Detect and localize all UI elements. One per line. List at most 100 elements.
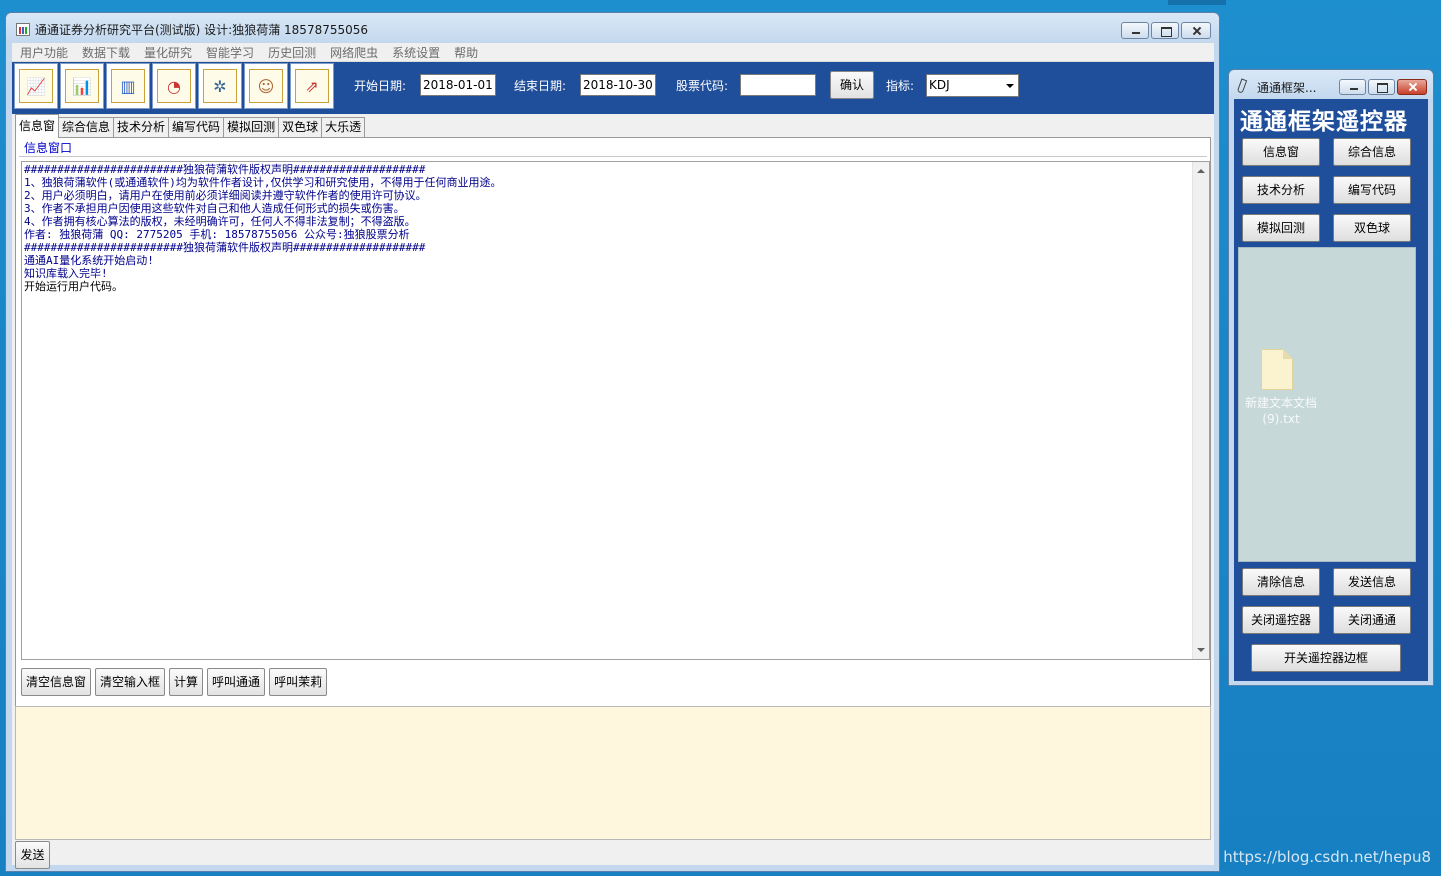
- remote-maximize-button[interactable]: [1368, 79, 1395, 95]
- stock-chart-icon: ⇗: [295, 69, 329, 103]
- call-moli-button[interactable]: 呼叫茉莉: [269, 668, 328, 696]
- log-line: 3、作者不承担用户因使用这些软件对自己和他人造成任何形式的损失或伤害。: [24, 202, 405, 215]
- tab-info-window[interactable]: 信息窗: [15, 114, 60, 138]
- text-file-icon[interactable]: [1261, 349, 1293, 390]
- maximize-button[interactable]: [1151, 22, 1179, 39]
- remote-info-window-button[interactable]: 信息窗: [1242, 138, 1320, 166]
- close-remote-button[interactable]: 关闭遥控器: [1242, 606, 1320, 634]
- remote-body: 通通框架遥控器 信息窗 综合信息 技术分析 编写代码 模拟回测 双色球 新建文本…: [1234, 99, 1428, 681]
- command-input[interactable]: [15, 706, 1211, 840]
- remote-close-button[interactable]: [1397, 79, 1427, 95]
- start-date-label: 开始日期:: [354, 79, 407, 93]
- window-title: 通通证券分析研究平台(测试版) 设计:独狼荷蒲 18578755056: [35, 23, 369, 37]
- user-button[interactable]: ☺: [244, 63, 288, 109]
- bar-chart-icon: 📊: [65, 69, 99, 103]
- tab-bar: 信息窗 综合信息 技术分析 编写代码 模拟回测 双色球 大乐透: [15, 114, 366, 138]
- log-line: 4、作者拥有核心算法的版权，未经明确许可，任何人不得非法复制；不得盗版。: [24, 215, 416, 228]
- log-line: 1、独狼荷蒲软件(或通通软件)均为软件作者设计,仅供学习和研究使用，不得用于任何…: [24, 176, 502, 189]
- bar-chart-button[interactable]: 📊: [60, 63, 104, 109]
- minimize-button[interactable]: [1121, 22, 1149, 39]
- menu-data-download[interactable]: 数据下载: [82, 44, 130, 61]
- log-content: ########################独狼荷蒲软件版权声明######…: [24, 163, 502, 293]
- column-chart-button[interactable]: ▥: [106, 63, 150, 109]
- tab-double-color-ball[interactable]: 双色球: [278, 117, 323, 138]
- log-line: 作者: 独狼荷蒲 QQ: 2775205 手机: 18578755056 公众号…: [24, 228, 410, 241]
- stock-code-input[interactable]: [740, 74, 816, 96]
- calculate-button[interactable]: 计算: [169, 668, 204, 696]
- network-icon: ✲: [203, 69, 237, 103]
- log-line: 开始运行用户代码。: [24, 280, 123, 293]
- info-panel: 信息窗口 ########################独狼荷蒲软件版权声明#…: [15, 137, 1211, 799]
- line-chart-button[interactable]: 📈: [14, 63, 58, 109]
- divider: [19, 156, 1207, 157]
- panel-caption: 信息窗口: [24, 141, 73, 155]
- menu-settings[interactable]: 系统设置: [392, 44, 440, 61]
- column-chart-icon: ▥: [111, 69, 145, 103]
- close-tongtong-button[interactable]: 关闭通通: [1333, 606, 1411, 634]
- taskbar-fragment: [1168, 0, 1226, 5]
- pie-chart-icon: ◔: [157, 69, 191, 103]
- menu-help[interactable]: 帮助: [454, 44, 478, 61]
- remote-transparent-area: 新建文本文档 (9).txt: [1238, 247, 1416, 562]
- end-date-input[interactable]: 2018-10-30: [580, 74, 656, 96]
- scroll-down-icon[interactable]: [1197, 648, 1205, 652]
- remote-window: 通通框架... 通通框架遥控器 信息窗 综合信息 技术分析 编写代码 模拟回测 …: [1228, 69, 1434, 686]
- user-icon: ☺: [249, 69, 283, 103]
- indicator-value: KDJ: [929, 78, 950, 92]
- indicator-select[interactable]: KDJ: [926, 74, 1019, 97]
- line-chart-icon: 📈: [19, 69, 53, 103]
- remote-write-code-button[interactable]: 编写代码: [1333, 176, 1411, 204]
- menubar: 用户功能 数据下载 量化研究 智能学习 历史回测 网络爬虫 系统设置 帮助: [12, 43, 1214, 62]
- menu-backtest[interactable]: 历史回测: [268, 44, 316, 61]
- menu-web-crawler[interactable]: 网络爬虫: [330, 44, 378, 61]
- log-line: ########################独狼荷蒲软件版权声明######…: [24, 241, 426, 254]
- send-button[interactable]: 发送: [15, 841, 50, 869]
- remote-double-color-ball-button[interactable]: 双色球: [1333, 214, 1411, 242]
- send-message-button[interactable]: 发送信息: [1333, 568, 1411, 596]
- main-window: 通通证券分析研究平台(测试版) 设计:独狼荷蒲 18578755056 用户功能…: [5, 12, 1220, 872]
- remote-overview-button[interactable]: 综合信息: [1333, 138, 1411, 166]
- action-row: 清空信息窗 清空输入框 计算 呼叫通通 呼叫茉莉: [21, 668, 328, 696]
- tab-super-lotto[interactable]: 大乐透: [321, 117, 366, 138]
- menu-quant-research[interactable]: 量化研究: [144, 44, 192, 61]
- clear-info-button[interactable]: 清空信息窗: [21, 668, 92, 696]
- remote-window-title: 通通框架...: [1257, 81, 1317, 95]
- vertical-scrollbar[interactable]: [1192, 162, 1209, 659]
- tab-technical-analysis[interactable]: 技术分析: [113, 117, 170, 138]
- main-titlebar[interactable]: 通通证券分析研究平台(测试版) 设计:独狼荷蒲 18578755056: [6, 13, 1219, 43]
- call-tongtong-button[interactable]: 呼叫通通: [207, 668, 266, 696]
- indicator-label: 指标:: [886, 79, 915, 93]
- end-date-label: 结束日期:: [514, 79, 567, 93]
- tab-overview[interactable]: 综合信息: [58, 117, 115, 138]
- watermark: https://blog.csdn.net/hepu8: [1223, 848, 1431, 866]
- toggle-remote-border-button[interactable]: 开关遥控器边框: [1251, 644, 1401, 672]
- close-button[interactable]: [1181, 22, 1211, 39]
- desktop-file-label[interactable]: 新建文本文档 (9).txt: [1242, 395, 1320, 427]
- menu-user-functions[interactable]: 用户功能: [20, 44, 68, 61]
- feather-icon: [1236, 78, 1248, 94]
- remote-technical-analysis-button[interactable]: 技术分析: [1242, 176, 1320, 204]
- menu-ai-learning[interactable]: 智能学习: [206, 44, 254, 61]
- stock-code-label: 股票代码:: [676, 79, 729, 93]
- remote-minimize-button[interactable]: [1339, 79, 1366, 95]
- tab-write-code[interactable]: 编写代码: [168, 117, 225, 138]
- start-date-input[interactable]: 2018-01-01: [420, 74, 496, 96]
- scroll-up-icon[interactable]: [1197, 169, 1205, 173]
- clear-messages-button[interactable]: 清除信息: [1242, 568, 1320, 596]
- app-chart-icon: [16, 23, 30, 36]
- network-button[interactable]: ✲: [198, 63, 242, 109]
- tab-backtest[interactable]: 模拟回测: [223, 117, 280, 138]
- main-client: 用户功能 数据下载 量化研究 智能学习 历史回测 网络爬虫 系统设置 帮助 📈 …: [12, 43, 1214, 869]
- log-line: 2、用户必须明白，请用户在使用前必须详细阅读并遵守软件作者的使用许可协议。: [24, 189, 427, 202]
- clear-input-button[interactable]: 清空输入框: [95, 668, 166, 696]
- log-line: ########################独狼荷蒲软件版权声明######…: [24, 163, 426, 176]
- remote-backtest-button[interactable]: 模拟回测: [1242, 214, 1320, 242]
- info-log-textarea[interactable]: ########################独狼荷蒲软件版权声明######…: [21, 161, 1210, 660]
- pie-chart-button[interactable]: ◔: [152, 63, 196, 109]
- log-line: 通通AI量化系统开始启动!: [24, 254, 154, 267]
- remote-titlebar[interactable]: 通通框架...: [1229, 70, 1433, 100]
- confirm-button[interactable]: 确认: [830, 71, 874, 99]
- remote-heading: 通通框架遥控器: [1240, 109, 1408, 135]
- stock-chart-button[interactable]: ⇗: [290, 63, 334, 109]
- chevron-down-icon: [1006, 84, 1014, 88]
